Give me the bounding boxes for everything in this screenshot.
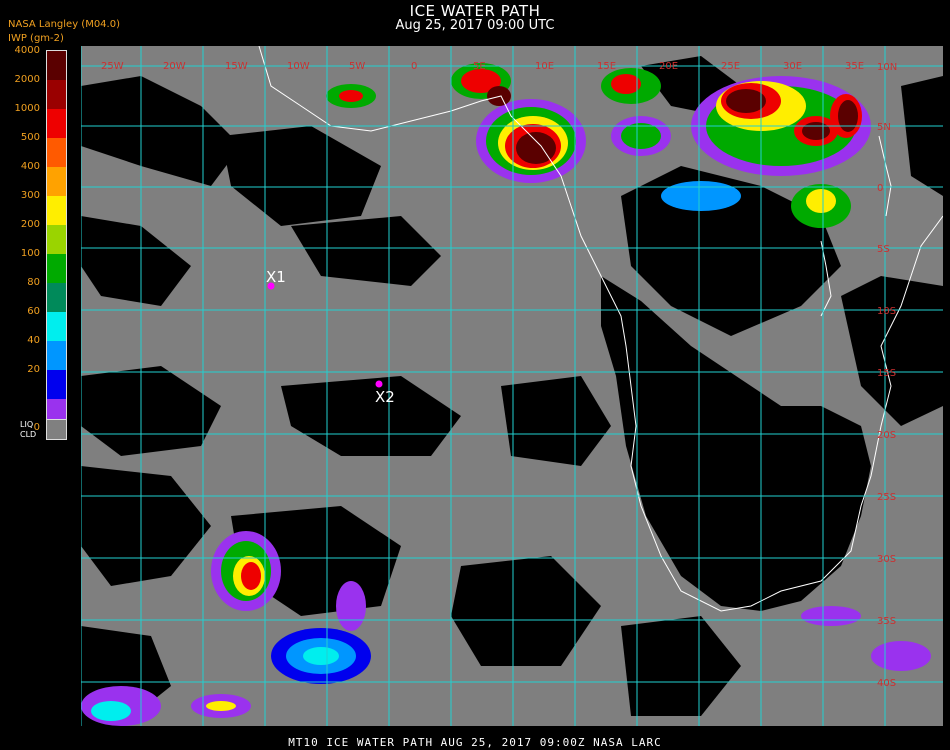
- latitude-label: 5S: [877, 244, 890, 255]
- site-marker-label: X2: [375, 388, 395, 406]
- longitude-label: 10W: [287, 61, 310, 72]
- colorbar-swatch: [47, 138, 66, 167]
- longitude-label: 5W: [349, 61, 365, 72]
- unit-label: IWP (gm-2): [8, 33, 64, 44]
- latitude-label: 25S: [877, 492, 896, 503]
- colorbar-tick-label: 100: [20, 248, 40, 259]
- longitude-label: 30E: [783, 61, 802, 72]
- latitude-label: 30S: [877, 554, 896, 565]
- colorbar-tick-label: 1000: [14, 103, 40, 114]
- colorbar-swatch: [47, 254, 66, 283]
- colorbar-swatch: [47, 370, 66, 399]
- colorbar-tick-label: 80: [27, 277, 40, 288]
- colorbar-swatch: [47, 283, 66, 312]
- source-label: NASA Langley (M04.0): [8, 19, 120, 30]
- latitude-label: 10N: [877, 62, 897, 73]
- colorbar-tick-label: 40: [27, 335, 40, 346]
- site-marker-label: X1: [266, 268, 286, 286]
- site-marker-dot: [375, 380, 383, 388]
- latitude-label: 0: [877, 183, 883, 194]
- colorbar-tick-label: 500: [20, 132, 40, 143]
- colorbar-tick-label: 60: [27, 306, 40, 317]
- footer-caption: MT10 ICE WATER PATH AUG 25, 2017 09:00Z …: [288, 736, 662, 749]
- colorbar-tick-label: 200: [20, 219, 40, 230]
- colorbar-swatch: [47, 51, 66, 80]
- colorbar-swatch: [47, 341, 66, 370]
- colorbar-swatch: [47, 80, 66, 109]
- colorbar-tick-label: 2000: [14, 74, 40, 85]
- longitude-label: 20W: [163, 61, 186, 72]
- latitude-label: 10S: [877, 306, 896, 317]
- map-subtitle: Aug 25, 2017 09:00 UTC: [395, 18, 555, 33]
- colorbar-tick-label: 400: [20, 161, 40, 172]
- colorbar-swatch: [47, 225, 66, 254]
- longitude-label: 25E: [721, 61, 740, 72]
- longitude-label: 10E: [535, 61, 554, 72]
- longitude-label: 15W: [225, 61, 248, 72]
- colorbar-tick-label: 300: [20, 190, 40, 201]
- colorbar-tick-label: 20: [27, 364, 40, 375]
- liquid-cloud-swatch: [46, 419, 67, 440]
- colorbar-swatch: [47, 196, 66, 225]
- liq-label: LIQ: [20, 420, 34, 429]
- cld-label: CLD: [20, 430, 37, 439]
- longitude-label: 5E: [473, 61, 486, 72]
- colorbar-swatch: [47, 167, 66, 196]
- latitude-label: 5N: [877, 122, 891, 133]
- longitude-label: 35E: [845, 61, 864, 72]
- colorbar-swatch: [47, 312, 66, 341]
- latitude-label: 35S: [877, 616, 896, 627]
- latitude-label: 20S: [877, 430, 896, 441]
- latitude-label: 40S: [877, 678, 896, 689]
- longitude-label: 20E: [659, 61, 678, 72]
- longitude-label: 25W: [101, 61, 124, 72]
- colorbar-tick-label: 4000: [14, 45, 40, 56]
- satellite-map: 25W 20W 15W 10W 5W 0 5E 10E 15E 20E 25E 30E 35E 10N 5…: [80, 45, 944, 726]
- longitude-label: 0: [411, 61, 417, 72]
- colorbar-swatch: [47, 109, 66, 138]
- latitude-label: 15S: [877, 368, 896, 379]
- longitude-label: 15E: [597, 61, 616, 72]
- colorbar: [46, 50, 67, 429]
